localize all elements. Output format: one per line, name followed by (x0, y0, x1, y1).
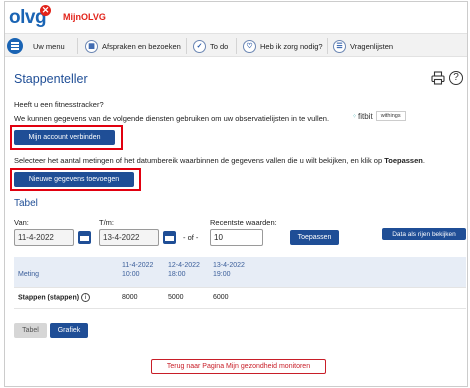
brand-logos: ⁘ fitbit withings (352, 111, 406, 121)
olvg-logo[interactable]: olvg ✕ (9, 5, 53, 29)
checkmark-icon: ✓ (193, 39, 206, 53)
nav-item-vragenlijsten[interactable]: ☰ Vragenlijsten (333, 38, 393, 54)
nav-item-label: To do (210, 41, 229, 51)
nav-divider (77, 38, 78, 54)
range-separator: - of - (183, 233, 199, 242)
instructions-prefix: Selecteer het aantal metingen of het dat… (14, 156, 385, 165)
services-text: We kunnen gegevens van de volgende diens… (14, 114, 330, 123)
add-data-button[interactable]: Nieuwe gegevens toevoegen (14, 172, 134, 187)
column-date: 11-4-2022 (122, 262, 154, 269)
from-label: Van: (14, 218, 29, 227)
info-icon[interactable]: i (81, 293, 91, 302)
fitbit-logo: ⁘ fitbit (352, 112, 373, 121)
top-bar: olvg ✕ MijnOLVG (5, 2, 467, 33)
nav-divider (236, 38, 237, 54)
nav-item-todo[interactable]: ✓ To do (193, 38, 228, 54)
from-date-input[interactable]: 11-4-2022 (14, 229, 74, 246)
help-icon[interactable]: ? (449, 71, 463, 85)
column-header-date: 11-4-2022 10:00 (122, 261, 153, 279)
fitness-question: Heeft u een fitnesstracker? (14, 100, 104, 109)
to-date-input[interactable]: 13-4-2022 (99, 229, 159, 246)
table-cell: 8000 (122, 294, 138, 301)
apply-button[interactable]: Toepassen (290, 230, 339, 245)
fitbit-label: fitbit (358, 111, 373, 121)
hamburger-icon (7, 38, 23, 54)
menu-button[interactable]: Uw menu (7, 38, 65, 54)
connect-account-button[interactable]: Mijn account verbinden (14, 130, 115, 145)
chart-view-button[interactable]: Grafiek (50, 323, 88, 338)
nav-item-label: Heb ik zorg nodig? (260, 41, 323, 51)
menu-label: Uw menu (33, 41, 65, 51)
page-title: Stappenteller (14, 72, 88, 86)
app-name: MijnOLVG (63, 12, 106, 22)
table-view-button[interactable]: Tabel (14, 323, 47, 338)
row-divider (14, 287, 466, 288)
column-date: 13-4-2022 (213, 262, 245, 269)
column-time: 10:00 (122, 271, 140, 278)
from-calendar-icon[interactable] (78, 231, 91, 244)
nav-item-label: Vragenlijsten (350, 41, 394, 51)
nav-item-zorg[interactable]: ♡ Heb ik zorg nodig? (243, 38, 323, 54)
column-header-date: 13-4-2022 19:00 (213, 261, 245, 279)
column-date: 12-4-2022 (168, 262, 200, 269)
table-cell: 5000 (168, 294, 184, 301)
column-header-date: 12-4-2022 18:00 (168, 261, 200, 279)
view-as-rows-button[interactable]: Data als rijen bekijken (382, 228, 466, 240)
row-label-text: Stappen (stappen) (18, 294, 80, 302)
section-title-tabel: Tabel (14, 198, 38, 209)
calendar-icon: ▦ (85, 39, 98, 53)
table-cell: 6000 (213, 294, 229, 301)
instructions-suffix: . (422, 156, 425, 165)
column-time: 18:00 (168, 271, 186, 278)
nav-item-label: Afspraken en bezoeken (102, 41, 181, 51)
measure-column-header: Meting (18, 271, 40, 278)
app-frame: olvg ✕ MijnOLVG Uw menu ▦ Afspraken en b… (4, 1, 468, 387)
nav-item-afspraken[interactable]: ▦ Afspraken en bezoeken (85, 38, 181, 54)
to-label: T/m: (99, 218, 114, 227)
page-tools: ? (431, 71, 463, 85)
row-label-steps: Stappen (stappen) i (18, 293, 91, 302)
withings-logo: withings (375, 111, 406, 121)
table-header: Meting 11-4-2022 10:00 12-4-2022 18:00 13-… (14, 257, 466, 287)
nav-divider (327, 38, 328, 54)
logo-cross-icon: ✕ (40, 5, 51, 16)
recent-values-label: Recentste waarden: (210, 218, 277, 227)
fitbit-dots-icon: ⁘ (352, 113, 358, 120)
print-icon[interactable] (431, 71, 445, 85)
clipboard-icon: ☰ (333, 39, 346, 53)
back-to-monitoring-button[interactable]: Terug naar Pagina Mijn gezondheid monito… (151, 359, 326, 374)
row-divider (14, 308, 466, 309)
recent-values-input[interactable]: 10 (210, 229, 263, 246)
instructions-text: Selecteer het aantal metingen of het dat… (14, 156, 425, 165)
instructions-apply-word: Toepassen (384, 156, 423, 165)
main-navbar: Uw menu ▦ Afspraken en bezoeken ✓ To do … (5, 33, 467, 57)
to-calendar-icon[interactable] (163, 231, 176, 244)
nav-divider (186, 38, 187, 54)
column-time: 19:00 (213, 271, 231, 278)
heart-icon: ♡ (243, 39, 256, 53)
